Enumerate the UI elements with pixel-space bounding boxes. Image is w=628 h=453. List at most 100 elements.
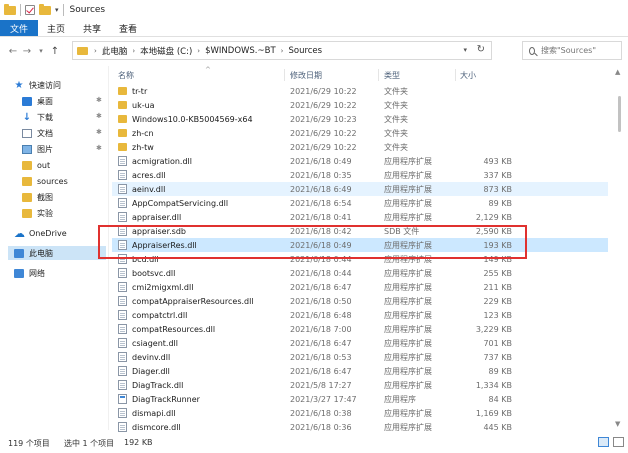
large-icons-view-icon[interactable]: [613, 437, 624, 447]
vertical-scrollbar[interactable]: ▲ ▼: [612, 66, 628, 430]
table-row[interactable]: bootsvc.dll 2021/6/18 0:44 应用程序扩展 255 KB: [112, 266, 608, 280]
breadcrumb-windows-bt[interactable]: $WINDOWS.~BT: [205, 46, 276, 56]
customize-toolbar-icon[interactable]: ▾: [55, 6, 59, 14]
table-row[interactable]: devinv.dll 2021/6/18 0:53 应用程序扩展 737 KB: [112, 350, 608, 364]
table-row[interactable]: compatctrl.dll 2021/6/18 6:48 应用程序扩展 123 KB: [112, 308, 608, 322]
column-header-name[interactable]: 名称 ^: [118, 66, 288, 82]
nav-item-experiment[interactable]: 实验: [22, 206, 53, 220]
nav-item-label: 截图: [37, 192, 53, 202]
table-row[interactable]: csiagent.dll 2021/6/18 6:47 应用程序扩展 701 KB: [112, 336, 608, 350]
file-date: 2021/6/18 0:53: [290, 352, 352, 362]
chevron-down-icon[interactable]: ▾: [463, 46, 467, 54]
table-row[interactable]: DiagTrack.dll 2021/5/8 17:27 应用程序扩展 1,334 K…: [112, 378, 608, 392]
pin-icon[interactable]: ✱: [96, 144, 102, 152]
scroll-up-icon[interactable]: ▲: [615, 68, 620, 76]
nav-item-downloads[interactable]: ↓ 下载: [22, 110, 53, 124]
pin-icon[interactable]: ✱: [96, 96, 102, 104]
breadcrumb-this-pc[interactable]: 此电脑: [102, 45, 128, 57]
new-folder-icon[interactable]: [39, 3, 51, 15]
forward-arrow-icon[interactable]: →: [20, 46, 34, 57]
nav-item-label: sources: [37, 176, 68, 186]
table-row[interactable]: zh-tw 2021/6/29 10:22 文件夹: [112, 140, 608, 154]
status-selected-count: 选中 1 个项目: [64, 439, 115, 448]
nav-item-this-pc[interactable]: 此电脑: [8, 246, 106, 260]
address-bar[interactable]: › 此电脑 › 本地磁盘 (C:) › $WINDOWS.~BT › Sourc…: [72, 41, 492, 60]
table-row[interactable]: aeinv.dll 2021/6/18 6:49 应用程序扩展 873 KB: [112, 182, 608, 196]
table-row[interactable]: Windows10.0-KB5004569-x64 2021/6/29 10:23…: [112, 112, 608, 126]
nav-item-label: 桌面: [37, 96, 53, 106]
quick-access-toolbar: ▾: [4, 3, 64, 16]
nav-item-network[interactable]: 网络: [14, 266, 45, 280]
file-name: aeinv.dll: [132, 184, 166, 194]
scroll-down-icon[interactable]: ▼: [615, 420, 620, 428]
document-icon: [22, 128, 32, 138]
file-type: 应用程序扩展: [384, 310, 432, 320]
file-date: 2021/6/29 10:22: [290, 142, 357, 152]
nav-item-quick-access[interactable]: ★ 快速访问: [14, 78, 61, 92]
search-box[interactable]: [522, 41, 622, 60]
nav-item-documents[interactable]: 文档: [22, 126, 53, 140]
download-icon: ↓: [22, 111, 32, 123]
table-row[interactable]: acmigration.dll 2021/6/18 0:49 应用程序扩展 493 K…: [112, 154, 608, 168]
chevron-right-icon[interactable]: ›: [281, 47, 284, 55]
properties-icon[interactable]: [25, 5, 35, 15]
tab-home[interactable]: 主页: [38, 20, 74, 36]
back-arrow-icon[interactable]: ←: [6, 46, 20, 57]
table-row[interactable]: dismapi.dll 2021/6/18 0:38 应用程序扩展 1,169 KB: [112, 406, 608, 420]
file-size: 873 KB: [483, 184, 512, 194]
chevron-right-icon[interactable]: ›: [94, 47, 97, 55]
column-divider[interactable]: [284, 69, 285, 81]
details-view-icon[interactable]: [598, 437, 609, 447]
file-type: 应用程序扩展: [384, 324, 432, 334]
nav-item-pictures[interactable]: 图片: [22, 142, 53, 156]
nav-item-label: 下载: [37, 112, 53, 122]
recent-locations-icon[interactable]: ▾: [34, 47, 48, 55]
pin-icon[interactable]: ✱: [96, 128, 102, 136]
file-date: 2021/3/27 17:47: [290, 394, 357, 404]
tab-share[interactable]: 共享: [74, 20, 110, 36]
file-type: 应用程序扩展: [384, 352, 432, 362]
column-divider[interactable]: [455, 69, 456, 81]
folder-icon: [118, 115, 127, 123]
table-row[interactable]: uk-ua 2021/6/29 10:22 文件夹: [112, 98, 608, 112]
column-header-date[interactable]: 修改日期: [290, 68, 382, 82]
table-row[interactable]: AppCompatServicing.dll 2021/6/18 6:54 应用程序…: [112, 196, 608, 210]
table-row[interactable]: compatAppraiserResources.dll 2021/6/18 0:…: [112, 294, 608, 308]
file-name-cell: compatResources.dll: [118, 322, 284, 336]
table-row[interactable]: compatResources.dll 2021/6/18 7:00 应用程序扩展 3…: [112, 322, 608, 336]
tab-file[interactable]: 文件: [0, 20, 39, 36]
column-header-type[interactable]: 类型: [384, 68, 454, 82]
column-divider[interactable]: [378, 69, 379, 81]
chevron-right-icon[interactable]: ›: [197, 47, 200, 55]
nav-item-out[interactable]: out: [22, 158, 50, 172]
table-row[interactable]: appraiser.dll 2021/6/18 0:41 应用程序扩展 2,129 K…: [112, 210, 608, 224]
chevron-right-icon[interactable]: ›: [132, 47, 135, 55]
table-row[interactable]: DiagTrackRunner 2021/3/27 17:47 应用程序 84 KB: [112, 392, 608, 406]
file-name: compatAppraiserResources.dll: [132, 296, 254, 306]
pin-icon[interactable]: ✱: [96, 112, 102, 120]
breadcrumb-local-disk[interactable]: 本地磁盘 (C:): [140, 45, 192, 57]
file-date: 2021/6/18 0:44: [290, 268, 352, 278]
sort-up-icon: ^: [205, 66, 211, 74]
tab-view[interactable]: 查看: [110, 20, 146, 36]
nav-item-desktop[interactable]: 桌面: [22, 94, 53, 108]
breadcrumb-sources[interactable]: Sources: [288, 46, 322, 56]
search-input[interactable]: [541, 46, 621, 55]
up-arrow-icon[interactable]: ↑: [48, 46, 62, 57]
file-date: 2021/6/18 6:47: [290, 338, 352, 348]
nav-item-onedrive[interactable]: ☁ OneDrive: [14, 226, 67, 240]
table-row[interactable]: tr-tr 2021/6/29 10:22 文件夹: [112, 84, 608, 98]
table-row[interactable]: Diager.dll 2021/6/18 6:47 应用程序扩展 89 KB: [112, 364, 608, 378]
table-row[interactable]: acres.dll 2021/6/18 0:35 应用程序扩展 337 KB: [112, 168, 608, 182]
scrollbar-thumb[interactable]: [618, 96, 621, 132]
file-type: 应用程序扩展: [384, 338, 432, 348]
nav-item-screenshots[interactable]: 截图: [22, 190, 53, 204]
folder-icon: [22, 160, 32, 170]
column-header-size[interactable]: 大小: [460, 68, 510, 82]
file-size: 211 KB: [483, 282, 512, 292]
refresh-icon[interactable]: ↻: [477, 44, 485, 55]
file-name: devinv.dll: [132, 352, 171, 362]
nav-item-sources[interactable]: sources: [22, 174, 68, 188]
table-row[interactable]: cmi2migxml.dll 2021/6/18 6:47 应用程序扩展 211 KB: [112, 280, 608, 294]
table-row[interactable]: zh-cn 2021/6/29 10:22 文件夹: [112, 126, 608, 140]
